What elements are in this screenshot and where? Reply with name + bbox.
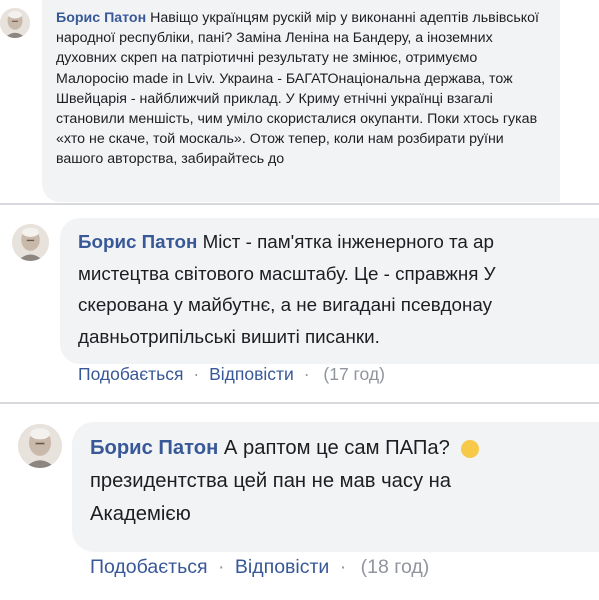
avatar-photo-icon — [18, 424, 62, 468]
reply-link[interactable]: Відповісти — [235, 556, 329, 578]
comment-panel-2: Борис Патон Міст - пам'ятка інженерного … — [0, 206, 599, 402]
comment-line: Академією — [90, 503, 191, 525]
comment-line: скерована у майбутнє, а не вигадані псев… — [78, 294, 492, 315]
comment-author[interactable]: Борис Патон — [90, 437, 218, 459]
comment-panel-3: Борис Патон А раптом це сам ПАПа? презид… — [0, 404, 599, 600]
comment-line: Міст - пам'ятка інженерного та ар — [202, 231, 494, 252]
comment-actions: Подобається · Відповісти · (18 год) — [90, 556, 429, 579]
comment-actions: Подобається · Відповісти · (17 год) — [78, 364, 385, 385]
comment-bubble: Борис Патон А раптом це сам ПАПа? презид… — [72, 422, 599, 552]
like-link[interactable]: Подобається — [78, 364, 184, 384]
comment-line: А раптом це сам ПАПа? — [223, 437, 450, 459]
separator: · — [339, 556, 347, 578]
separator: · — [218, 556, 225, 578]
avatar[interactable] — [18, 424, 62, 468]
comment-line: давньотрипільські вишиті писанки. — [78, 325, 380, 347]
comment-bubble: Борис Патон Міст - пам'ятка інженерного … — [60, 218, 599, 364]
separator: · — [193, 364, 200, 384]
divider — [0, 203, 599, 205]
avatar-photo-icon — [0, 8, 30, 38]
comment-text: Навіщо українцям рускій мір у виконанні … — [56, 10, 539, 168]
avatar[interactable] — [12, 224, 49, 261]
timestamp[interactable]: (18 год) — [361, 556, 430, 578]
emoji-face-icon — [461, 439, 480, 458]
separator: · — [303, 364, 310, 384]
comment-line: мистецтва світового масштабу. Це - справ… — [78, 262, 496, 284]
like-link[interactable]: Подобається — [90, 556, 208, 578]
comment-panel-1: Борис Патон Навіщо українцям рускій мір … — [0, 0, 599, 202]
timestamp[interactable]: (17 год) — [323, 364, 385, 384]
reply-link[interactable]: Відповісти — [209, 364, 294, 384]
comment-author[interactable]: Борис Патон — [56, 10, 146, 26]
comment-bubble: Борис Патон Навіщо українцям рускій мір … — [42, 0, 560, 202]
comment-line: президентства цей пан не мав часу на — [90, 470, 452, 492]
avatar-photo-icon — [12, 224, 49, 261]
avatar[interactable] — [0, 8, 30, 38]
comment-author[interactable]: Борис Патон — [78, 231, 197, 252]
